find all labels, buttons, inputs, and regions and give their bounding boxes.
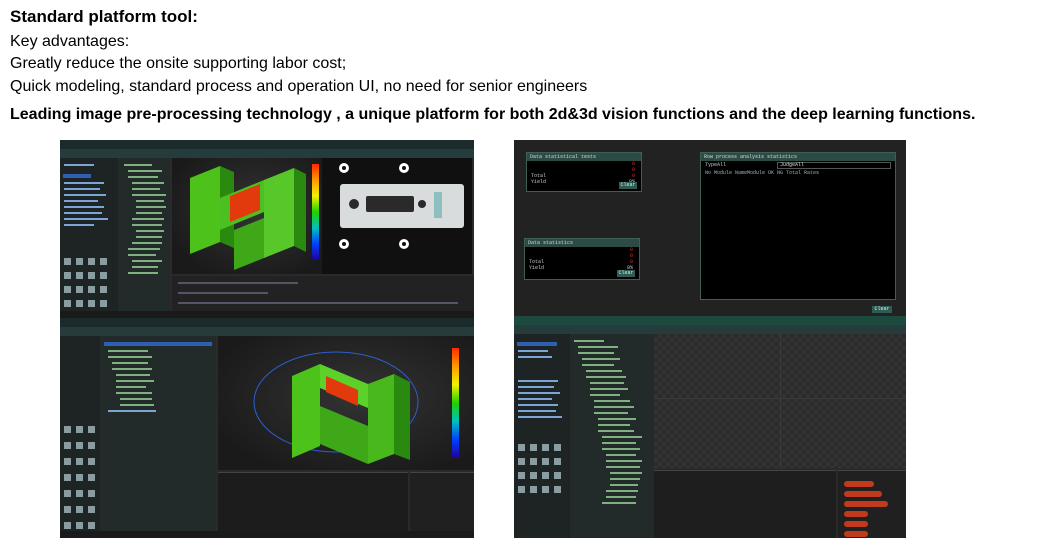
result-item[interactable] — [844, 521, 868, 527]
advantages-label: Key advantages: — [10, 33, 130, 50]
tool-sidebar — [60, 158, 118, 318]
parameter-panel[interactable] — [172, 276, 474, 312]
stats-window-top: Data statistical tests 0 0 Total0 Yield0… — [526, 152, 642, 192]
advantage-line-1: Greatly reduce the onsite supporting lab… — [10, 55, 347, 72]
status-bar — [60, 311, 474, 318]
tool-sidebar — [60, 336, 100, 538]
menu-bar[interactable] — [60, 318, 474, 327]
menu-bar[interactable] — [514, 316, 906, 325]
process-analysis-window: Row process analysis statistics TypeAll … — [700, 152, 896, 300]
process-table-header: No Module NameModule OK NG Total Rates — [705, 170, 820, 176]
result-panel — [410, 472, 474, 533]
flow-tree[interactable] — [100, 336, 216, 538]
flow-tree[interactable] — [570, 334, 654, 538]
3d-model — [253, 351, 419, 464]
height-color-legend — [452, 348, 459, 458]
2d-image-view[interactable] — [322, 158, 472, 274]
status-bar — [60, 531, 474, 538]
image-canvas[interactable] — [654, 334, 906, 468]
result-item[interactable] — [844, 531, 868, 537]
3d-viewport[interactable] — [172, 158, 322, 274]
result-item[interactable] — [844, 501, 888, 507]
tool-sidebar — [514, 334, 570, 538]
clear-button[interactable]: Clear — [619, 182, 637, 189]
type-label: TypeAll — [705, 162, 727, 168]
toolbar[interactable] — [60, 327, 474, 336]
product-image — [339, 163, 464, 249]
flow-tree[interactable] — [118, 158, 170, 318]
screenshot-3d-viewer — [60, 318, 474, 538]
3d-model — [190, 166, 306, 270]
process-filter-row: TypeAll JudgeAll — [701, 162, 895, 169]
3d-viewport[interactable] — [218, 336, 474, 470]
screenshot-flow-editor — [514, 316, 906, 538]
toolbar[interactable] — [60, 149, 474, 158]
clear-button[interactable]: Clear — [872, 306, 892, 313]
log-panel — [218, 472, 408, 533]
stats-window-title: Data statistical tests — [527, 153, 641, 161]
menu-bar[interactable] — [60, 140, 474, 149]
height-color-legend — [312, 164, 319, 260]
screenshot-3d-and-2d-view — [60, 140, 474, 318]
result-item[interactable] — [844, 491, 882, 497]
clear-button[interactable]: Clear — [617, 270, 635, 277]
result-list-panel — [838, 470, 906, 538]
advantage-line-2: Quick modeling, standard process and ope… — [10, 78, 588, 95]
screenshot-statistics: Data statistical tests 0 0 Total0 Yield0… — [514, 140, 906, 316]
result-item[interactable] — [844, 481, 874, 487]
log-panel — [654, 470, 836, 538]
headline: Leading image pre-processing technology … — [10, 106, 976, 123]
stats-window-title: Data statistics — [525, 239, 639, 247]
page-title: Standard platform tool: — [10, 7, 198, 26]
process-window-title: Row process analysis statistics — [701, 153, 895, 161]
stats-window-bottom: Data statistics 0 0 Total 0 Yield 0% Clear — [524, 238, 640, 280]
toolbar[interactable] — [514, 325, 906, 334]
result-item[interactable] — [844, 511, 868, 517]
judge-select[interactable]: JudgeAll — [777, 162, 891, 169]
